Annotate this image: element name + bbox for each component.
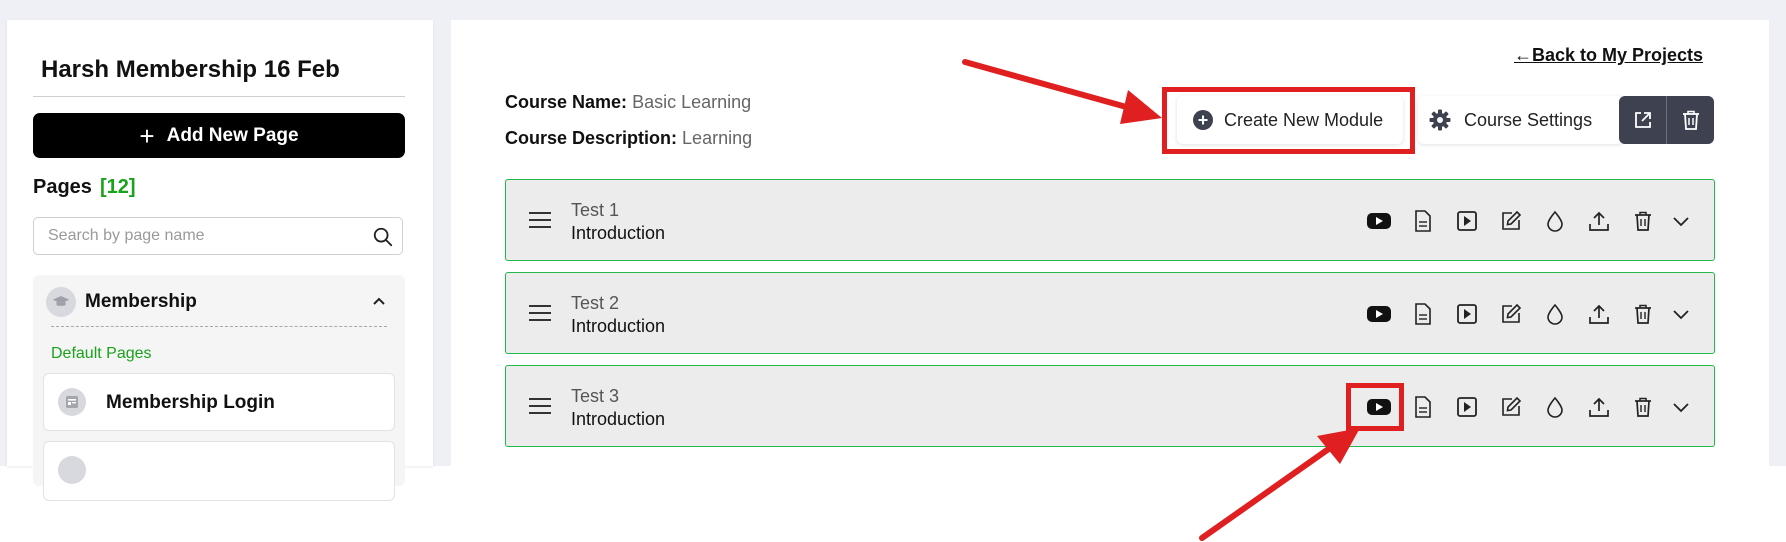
external-link-icon (1634, 112, 1651, 128)
module-title: Test 2 (571, 293, 620, 313)
page-search (33, 217, 403, 255)
youtube-icon[interactable] (1366, 208, 1392, 234)
course-settings-label: Course Settings (1464, 109, 1593, 130)
trash-icon (1682, 110, 1699, 130)
upload-icon[interactable] (1586, 394, 1612, 420)
drag-handle-icon[interactable] (528, 303, 552, 323)
page-icon (58, 388, 86, 416)
course-description-label: Course Description: (505, 128, 678, 148)
module-subtitle: Introduction (571, 409, 666, 429)
chevron-up-icon[interactable] (371, 293, 387, 309)
course-name-value: Basic Learning (632, 92, 752, 112)
chevron-down-icon[interactable] (1668, 301, 1694, 327)
module-row[interactable]: Test 3 Introduction (505, 365, 1715, 447)
course-name: Course Name: Basic Learning (505, 92, 751, 113)
title-divider (33, 96, 405, 97)
membership-group: Membership Default Pages Membership Logi… (33, 275, 405, 501)
project-title: Harsh Membership 16 Feb (41, 56, 340, 83)
page-search-input[interactable] (46, 226, 360, 246)
gear-icon (1429, 109, 1451, 131)
drag-handle-icon[interactable] (528, 210, 552, 230)
play-icon[interactable] (1454, 208, 1480, 234)
drop-icon[interactable] (1542, 208, 1568, 234)
chevron-down-icon[interactable] (1668, 208, 1694, 234)
pages-count-badge: [12] (100, 176, 136, 198)
trash-icon[interactable] (1630, 208, 1656, 234)
edit-icon[interactable] (1498, 208, 1524, 234)
drop-icon[interactable] (1542, 301, 1568, 327)
module-title: Test 1 (571, 200, 620, 220)
sidebar: Harsh Membership 16 Feb + Add New Page P… (7, 20, 433, 501)
open-external-button[interactable] (1619, 96, 1666, 144)
drag-handle-icon[interactable] (528, 396, 552, 416)
play-icon[interactable] (1454, 301, 1480, 327)
module-row[interactable]: Test 2 Introduction (505, 272, 1715, 354)
add-new-page-label: Add New Page (166, 124, 299, 146)
document-icon[interactable] (1410, 394, 1436, 420)
youtube-icon[interactable] (1366, 394, 1392, 420)
create-new-module-button[interactable]: Create New Module (1177, 96, 1403, 144)
back-to-projects-link[interactable]: ←Back to My Projects (1514, 45, 1703, 66)
upload-icon[interactable] (1586, 301, 1612, 327)
plus-circle-icon (1193, 110, 1213, 130)
page-icon (58, 456, 86, 484)
create-new-module-label: Create New Module (1224, 109, 1384, 130)
group-divider (51, 326, 387, 327)
add-new-page-button[interactable]: + Add New Page (33, 113, 405, 158)
document-icon[interactable] (1410, 301, 1436, 327)
drop-icon[interactable] (1542, 394, 1568, 420)
page-item-membership-login[interactable]: Membership Login (43, 373, 395, 431)
module-subtitle: Introduction (571, 316, 666, 336)
course-name-label: Course Name: (505, 92, 628, 112)
upload-icon[interactable] (1586, 208, 1612, 234)
document-icon[interactable] (1410, 208, 1436, 234)
module-row[interactable]: Test 1 Introduction (505, 179, 1715, 261)
play-icon[interactable] (1454, 394, 1480, 420)
edit-icon[interactable] (1498, 301, 1524, 327)
default-pages-label: Default Pages (51, 345, 152, 362)
course-settings-button[interactable]: Course Settings (1418, 96, 1624, 144)
chevron-down-icon[interactable] (1668, 394, 1694, 420)
module-subtitle: Introduction (571, 223, 666, 243)
pages-heading: Pages (33, 176, 92, 198)
graduation-cap-icon (46, 287, 76, 317)
trash-icon[interactable] (1630, 394, 1656, 420)
trash-icon[interactable] (1630, 301, 1656, 327)
delete-course-button[interactable] (1667, 96, 1714, 144)
page-item-label: Membership Login (106, 392, 275, 413)
search-icon[interactable] (372, 226, 394, 248)
plus-icon: + (139, 120, 155, 151)
course-description-value: Learning (682, 128, 753, 148)
back-arrow-icon: ← (1514, 45, 1532, 65)
page-item[interactable] (43, 441, 395, 501)
youtube-icon[interactable] (1366, 301, 1392, 327)
module-title: Test 3 (571, 386, 620, 406)
edit-icon[interactable] (1498, 394, 1524, 420)
back-link-label: Back to My Projects (1532, 45, 1704, 65)
group-name[interactable]: Membership (85, 291, 197, 313)
course-description: Course Description: Learning (505, 128, 752, 149)
course-actions (1619, 96, 1714, 144)
